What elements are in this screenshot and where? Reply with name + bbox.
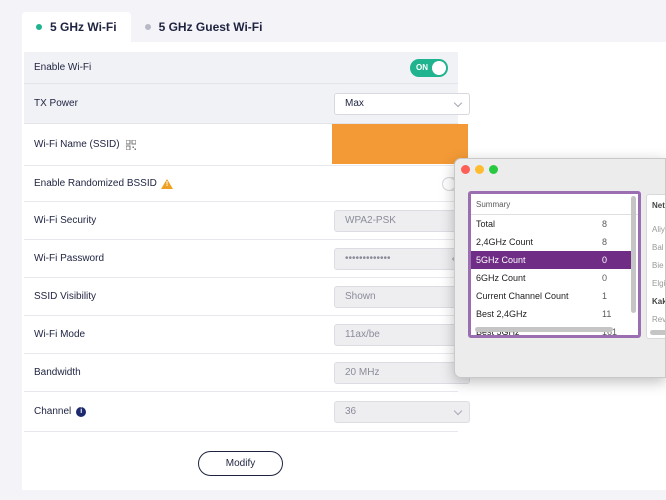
row-randomized-bssid: Enable Randomized BSSID !	[24, 166, 468, 202]
toggle-on-text: ON	[416, 62, 428, 72]
tab-5ghz-guest-wifi[interactable]: 5 GHz Guest Wi-Fi	[131, 12, 277, 42]
info-icon[interactable]: i	[76, 406, 87, 417]
wifi-password-input[interactable]: •••••••••••••	[334, 247, 470, 270]
channel-label: Channel	[34, 406, 72, 417]
summary-horizontal-scrollbar[interactable]	[475, 327, 613, 332]
summary-value: 0	[602, 255, 608, 265]
chevron-down-icon	[453, 98, 463, 107]
ssid-visibility-value: Shown	[345, 291, 376, 302]
channel-value: 36	[345, 406, 357, 417]
summary-value: 1	[602, 291, 608, 301]
wifi-security-label: Wi-Fi Security	[34, 215, 97, 226]
ssid-label-group: Wi-Fi Name (SSID)	[34, 139, 136, 150]
summary-table: Summary Total 8 2,4GHz Count 8 5GHz Coun…	[468, 191, 641, 338]
qr-code-icon[interactable]	[125, 139, 136, 150]
wifi-scanner-window: Summary Total 8 2,4GHz Count 8 5GHz Coun…	[454, 158, 666, 378]
inactive-dot-icon	[144, 24, 151, 30]
summary-key: Total	[476, 219, 496, 229]
enable-wifi-label: Enable Wi-Fi	[34, 62, 92, 73]
summary-value: 8	[602, 219, 608, 229]
row-bandwidth: Bandwidth 20 MHz	[24, 354, 470, 392]
row-wifi-mode: Wi-Fi Mode 11ax/be	[24, 316, 470, 354]
bandwidth-value: 20 MHz	[345, 367, 380, 378]
bandwidth-select[interactable]: 20 MHz	[334, 361, 470, 384]
network-item[interactable]: Aliy	[652, 225, 665, 234]
ssid-input-redacted[interactable]	[332, 124, 468, 164]
networks-table: Net Aliy Bal Bie Elgi Kak Rev	[646, 194, 665, 339]
summary-key: Best 2,4GHz	[476, 309, 528, 319]
summary-row[interactable]: 6GHz Count 0	[471, 269, 631, 287]
network-item[interactable]: Bie	[652, 261, 664, 270]
modify-button[interactable]: Modify	[198, 451, 283, 476]
randomized-bssid-label: Enable Randomized BSSID	[34, 178, 157, 189]
summary-row[interactable]: 2,4GHz Count 8	[471, 233, 631, 251]
summary-row[interactable]: Best 2,4GHz 11	[471, 305, 631, 323]
tab-5ghz-wifi[interactable]: 5 GHz Wi-Fi	[22, 12, 131, 42]
summary-value: 11	[602, 309, 612, 319]
wifi-mode-label: Wi-Fi Mode	[34, 329, 86, 340]
wifi-mode-value: 11ax/be	[345, 329, 380, 340]
summary-value: 8	[602, 237, 608, 247]
toggle-knob	[432, 60, 446, 75]
row-enable-wifi: Enable Wi-Fi ON	[24, 52, 458, 84]
row-tx-power: TX Power Max	[24, 84, 470, 124]
summary-row[interactable]: Total 8	[471, 215, 631, 233]
window-titlebar[interactable]	[455, 159, 665, 181]
networks-header: Net	[652, 201, 665, 210]
warning-icon[interactable]: !	[160, 178, 173, 189]
zoom-window-icon[interactable]	[489, 165, 498, 174]
summary-value: 0	[602, 273, 608, 283]
minimize-window-icon[interactable]	[475, 165, 484, 174]
network-item[interactable]: Kak	[652, 297, 665, 306]
network-item[interactable]: Rev	[652, 315, 665, 324]
row-wifi-security: Wi-Fi Security WPA2-PSK	[24, 202, 470, 240]
wifi-mode-select[interactable]: 11ax/be	[334, 323, 470, 346]
tx-power-label: TX Power	[34, 98, 78, 109]
tab-label: 5 GHz Guest Wi-Fi	[158, 20, 263, 34]
summary-row-selected[interactable]: 5GHz Count 0	[471, 251, 631, 269]
summary-key: 6GHz Count	[476, 273, 526, 283]
chevron-down-icon	[453, 406, 463, 415]
network-item[interactable]: Bal	[652, 243, 664, 252]
tx-power-select[interactable]: Max	[334, 92, 470, 115]
wifi-password-value: •••••••••••••	[345, 253, 391, 264]
ssid-label: Wi-Fi Name (SSID)	[34, 139, 120, 150]
summary-vertical-scrollbar[interactable]	[631, 196, 636, 313]
active-dot-icon	[36, 24, 42, 30]
summary-header: Summary	[471, 194, 638, 215]
row-ssid-visibility: SSID Visibility Shown	[24, 278, 470, 316]
row-wifi-password: Wi-Fi Password •••••••••••••	[24, 240, 470, 278]
bandwidth-label: Bandwidth	[34, 367, 81, 378]
summary-key: 2,4GHz Count	[476, 237, 534, 247]
channel-label-group: Channel i	[34, 406, 87, 417]
networks-horizontal-scrollbar[interactable]	[650, 330, 665, 335]
wifi-security-select[interactable]: WPA2-PSK	[334, 209, 470, 232]
summary-key: 5GHz Count	[476, 255, 526, 265]
summary-key: Current Channel Count	[476, 291, 569, 301]
enable-wifi-toggle[interactable]: ON	[410, 58, 448, 77]
randomized-bssid-label-group: Enable Randomized BSSID !	[34, 178, 173, 189]
tab-label: 5 GHz Wi-Fi	[50, 20, 117, 34]
ssid-visibility-select[interactable]: Shown	[334, 285, 470, 308]
wifi-security-value: WPA2-PSK	[345, 215, 396, 226]
channel-select[interactable]: 36	[334, 400, 470, 423]
wifi-password-label: Wi-Fi Password	[34, 253, 105, 264]
close-window-icon[interactable]	[461, 165, 470, 174]
ssid-visibility-label: SSID Visibility	[34, 291, 97, 302]
tx-power-value: Max	[345, 98, 364, 109]
tab-bar: 5 GHz Wi-Fi 5 GHz Guest Wi-Fi	[22, 12, 276, 42]
network-item[interactable]: Elgi	[652, 279, 665, 288]
row-ssid: Wi-Fi Name (SSID)	[24, 124, 468, 166]
summary-row[interactable]: Current Channel Count 1	[471, 287, 631, 305]
row-channel: Channel i 36	[24, 392, 470, 432]
